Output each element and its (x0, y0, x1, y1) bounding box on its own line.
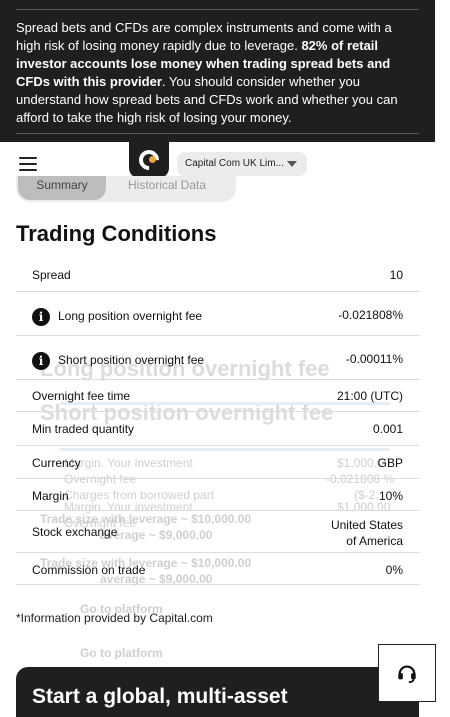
condition-value: -0.00011% (345, 352, 403, 366)
menu-icon[interactable] (19, 157, 37, 171)
condition-row-margin: Margin 10% (16, 479, 419, 511)
condition-label: Currency (32, 456, 81, 470)
info-icon[interactable]: i (32, 352, 50, 370)
info-icon[interactable]: i (32, 308, 50, 326)
condition-row-long-fee: i Long position overnight fee -0.021808% (16, 292, 419, 336)
site-header: Capital Com UK Lim... (0, 142, 435, 178)
condition-row-fee-time: Overnight fee time 21:00 (UTC) (16, 380, 419, 412)
promo-banner: Start a global, multi-asset (16, 667, 419, 717)
trading-conditions-table: Spread 10 i Long position overnight fee -… (16, 258, 419, 585)
condition-value: 0% (385, 563, 403, 577)
condition-label: Overnight fee time (32, 389, 131, 403)
risk-warning-text: Spread bets and CFDs are complex instrum… (16, 20, 398, 125)
chevron-down-icon (287, 161, 297, 167)
condition-label: Short position overnight fee (58, 353, 205, 368)
condition-value: United States of America (330, 518, 403, 548)
condition-row-spread: Spread 10 (16, 258, 419, 292)
condition-value: 10 (389, 268, 403, 282)
condition-label: Long position overnight fee (58, 309, 203, 324)
condition-label: Stock exchange (32, 525, 118, 539)
condition-row-commission: Commission on trade 0% (16, 553, 419, 585)
condition-label: Commission on trade (32, 563, 146, 577)
entity-selector[interactable]: Capital Com UK Lim... (177, 152, 307, 176)
condition-value: 0.001 (372, 422, 403, 436)
condition-value: 21:00 (UTC) (336, 389, 403, 403)
headset-icon (398, 665, 416, 684)
promo-heading: Start a global, multi-asset (32, 685, 288, 708)
condition-row-min-quantity: Min traded quantity 0.001 (16, 412, 419, 446)
support-chat-button[interactable] (378, 644, 436, 702)
condition-value: 10% (378, 489, 403, 503)
banner-divider-bottom (16, 133, 419, 134)
condition-value: GBP (377, 456, 403, 470)
capital-com-logo[interactable] (129, 142, 169, 178)
page-title: Trading Conditions (16, 221, 217, 246)
info-footnote: *Information provided by Capital.com (16, 611, 213, 625)
condition-row-stock-exchange: Stock exchange United States of America (16, 511, 419, 553)
condition-label: Margin (32, 489, 69, 503)
risk-warning-banner: Spread bets and CFDs are complex instrum… (0, 0, 435, 142)
tab-summary[interactable]: Summary (18, 176, 106, 200)
entity-selector-label: Capital Com UK Lim... (185, 158, 284, 169)
condition-row-short-fee: i Short position overnight fee -0.00011% (16, 336, 419, 380)
condition-value: -0.021808% (338, 308, 403, 322)
tab-historical-data[interactable]: Historical Data (128, 178, 206, 192)
condition-label: Spread (32, 268, 71, 282)
market-tabs: Summary Historical Data (16, 176, 236, 202)
ghost-go-platform-2: Go to platform (80, 646, 163, 660)
condition-row-currency: Currency GBP (16, 446, 419, 479)
condition-label: Min traded quantity (32, 422, 135, 436)
